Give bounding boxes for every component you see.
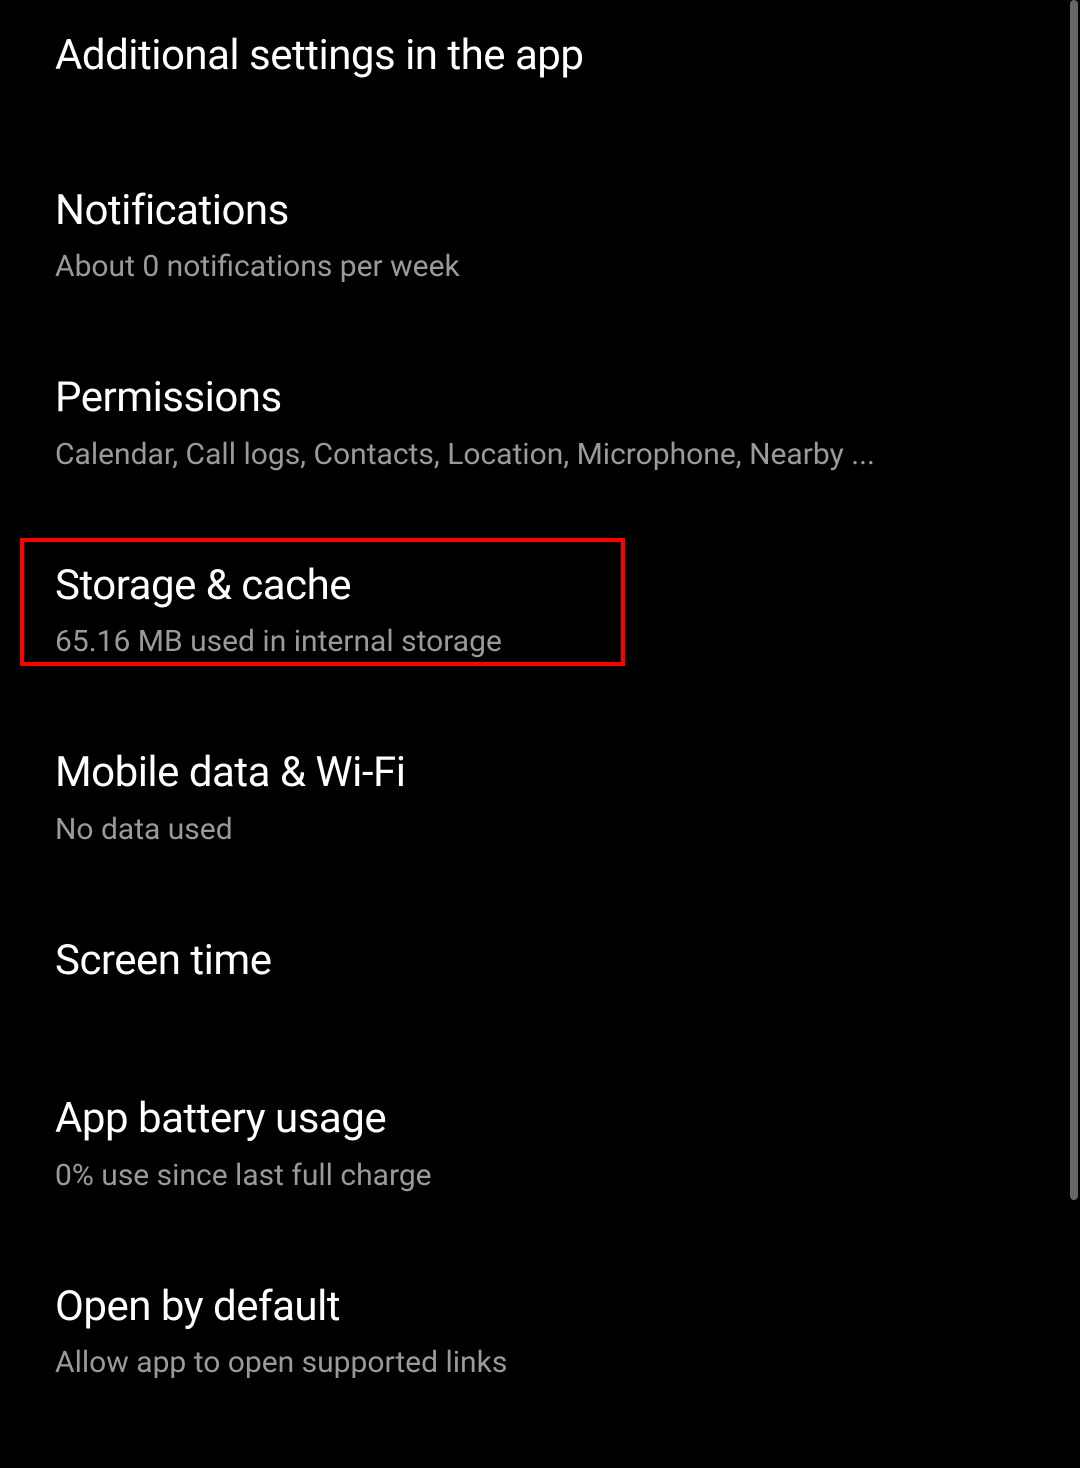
setting-subtitle: No data used [55,810,975,849]
setting-subtitle: Allow app to open supported links [55,1343,975,1382]
setting-item-battery[interactable]: App battery usage 0% use since last full… [55,1071,1060,1217]
setting-title: Open by default [55,1281,1060,1334]
setting-item-mobiledata[interactable]: Mobile data & Wi-Fi No data used [55,725,1060,871]
setting-title: Permissions [55,372,1060,425]
setting-subtitle: About 0 notifications per week [55,247,975,286]
setting-title: App battery usage [55,1093,1060,1146]
setting-item-storage[interactable]: Storage & cache 65.16 MB used in interna… [55,538,1060,684]
settings-list: Additional settings in the app Notificat… [0,0,1080,1404]
setting-item-additional[interactable]: Additional settings in the app [55,8,1060,105]
setting-item-permissions[interactable]: Permissions Calendar, Call logs, Contact… [55,350,1060,496]
scrollbar[interactable] [1070,0,1078,1200]
setting-title: Storage & cache [55,560,1060,613]
setting-title: Mobile data & Wi-Fi [55,747,1060,800]
setting-title: Notifications [55,185,1060,238]
setting-item-openbydefault[interactable]: Open by default Allow app to open suppor… [55,1259,1060,1405]
setting-subtitle: 65.16 MB used in internal storage [55,622,975,661]
setting-subtitle: 0% use since last full charge [55,1156,975,1195]
setting-item-screentime[interactable]: Screen time [55,913,1060,1010]
setting-title: Additional settings in the app [55,30,1060,83]
setting-title: Screen time [55,935,1060,988]
setting-subtitle: Calendar, Call logs, Contacts, Location,… [55,435,975,474]
setting-item-notifications[interactable]: Notifications About 0 notifications per … [55,163,1060,309]
